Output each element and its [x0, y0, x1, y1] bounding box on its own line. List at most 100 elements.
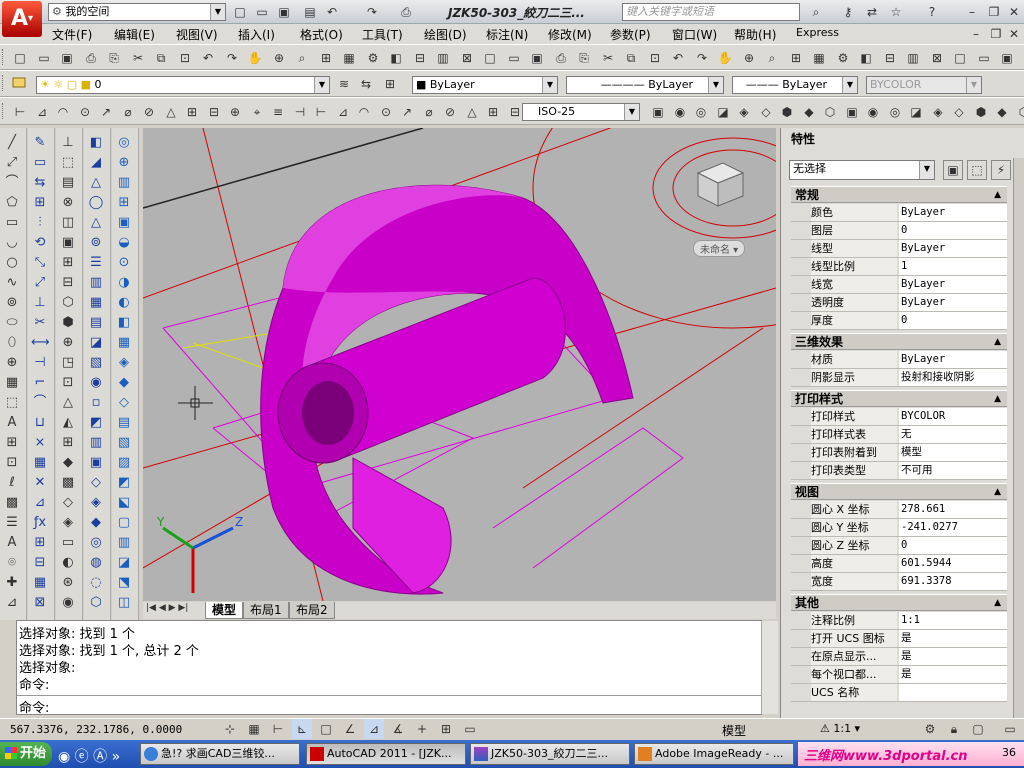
solid-tool-icon[interactable]: ◌: [87, 574, 105, 592]
property-row[interactable]: 宽度 691.3378: [791, 573, 1007, 591]
property-row[interactable]: 打印表类型 不可用: [791, 462, 1007, 480]
toolbar-icon[interactable]: ⊠: [457, 48, 477, 68]
modify-tool-icon[interactable]: ⊿: [31, 494, 49, 512]
draw-tool-icon[interactable]: ⊞: [3, 434, 21, 452]
solid-tool-icon[interactable]: ⊚: [87, 234, 105, 252]
linetype-dropdown[interactable]: ———— ByLayer ▼: [566, 76, 724, 94]
modify-tool-icon[interactable]: ▦: [31, 574, 49, 592]
modify-tool-icon[interactable]: ⌐: [31, 374, 49, 392]
dim-tool-icon[interactable]: ▩: [59, 474, 77, 492]
paste-icon[interactable]: ⊡: [645, 48, 665, 68]
save-icon[interactable]: ▣: [57, 48, 77, 68]
dimstyle-dropdown[interactable]: ISO-25 ▼: [522, 103, 640, 121]
calc-icon[interactable]: ▥: [433, 48, 453, 68]
zoom-icon[interactable]: ⊕: [739, 48, 759, 68]
undo-icon[interactable]: ↶: [198, 48, 218, 68]
property-value[interactable]: ByLayer: [899, 240, 1007, 257]
draw-tool-icon[interactable]: ⤢: [3, 154, 21, 172]
doc-minimize-icon[interactable]: –: [966, 24, 986, 44]
extrude-icon[interactable]: ◉: [670, 102, 690, 122]
property-value[interactable]: ByLayer: [899, 204, 1007, 221]
collapse-icon[interactable]: ▲: [994, 595, 1001, 612]
solid-tool-icon[interactable]: ◯: [87, 194, 105, 212]
menu-insert[interactable]: 插入(I): [238, 26, 275, 43]
dim-tool-icon[interactable]: ▭: [59, 534, 77, 552]
subtract-icon[interactable]: ◈: [734, 102, 754, 122]
draw-tool-icon[interactable]: ⬚: [3, 394, 21, 412]
modify-tool-icon[interactable]: ⊞: [31, 194, 49, 212]
exchange-icon[interactable]: ⇄: [862, 2, 882, 22]
property-row[interactable]: 打开 UCS 图标是: [791, 630, 1007, 648]
doc-restore-icon[interactable]: ❐: [986, 24, 1006, 44]
linear-dim-icon[interactable]: ⊢: [10, 102, 30, 122]
modify-tool-icon[interactable]: ⊠: [31, 594, 49, 612]
view-tool-icon[interactable]: ▨: [115, 454, 133, 472]
copy-icon[interactable]: ⧉: [621, 48, 641, 68]
draw-tool-icon[interactable]: ⌾: [3, 554, 21, 572]
solid-tool-icon[interactable]: ◩: [87, 414, 105, 432]
drawing-area[interactable]: Z Y 未命名 ▾: [143, 128, 776, 601]
modify-tool-icon[interactable]: ⊥: [31, 294, 49, 312]
dimtedit-icon[interactable]: ⊣: [290, 102, 310, 122]
modify-tool-icon[interactable]: ⨯: [31, 434, 49, 452]
layer-state-icon[interactable]: ⊞: [380, 74, 400, 94]
view-tool-icon[interactable]: ▥: [115, 534, 133, 552]
property-value[interactable]: 无: [899, 426, 1007, 443]
tool-palette-icon[interactable]: ⚙: [363, 48, 383, 68]
modify-tool-icon[interactable]: ƒx: [31, 514, 49, 532]
section-2[interactable]: 打印样式 ▲: [791, 390, 1007, 407]
solid-tool-icon[interactable]: ▫: [87, 394, 105, 412]
markup-icon[interactable]: ⊟: [410, 48, 430, 68]
property-value[interactable]: 是: [899, 630, 1007, 647]
model-space-button[interactable]: 模型: [722, 722, 746, 739]
property-value[interactable]: ByLayer: [899, 276, 1007, 293]
modify-tool-icon[interactable]: ⊔: [31, 414, 49, 432]
leader-icon[interactable]: ↗: [96, 102, 116, 122]
viewcube[interactable]: [696, 162, 745, 207]
star-icon[interactable]: ☆: [886, 2, 906, 22]
solid-tool-icon[interactable]: ▦: [87, 294, 105, 312]
workspace-gear-icon[interactable]: ⚙: [920, 719, 940, 739]
dim-tool-icon[interactable]: ◆: [59, 454, 77, 472]
minimize-icon[interactable]: –: [962, 2, 982, 22]
cut-icon[interactable]: ✂: [128, 48, 148, 68]
property-row[interactable]: 阴影显示 投射和接收阴影: [791, 369, 1007, 387]
tab-scroll-icon[interactable]: |◀ ◀ ▶ ▶|: [146, 603, 188, 613]
toolbar-grip[interactable]: [2, 49, 6, 65]
property-value[interactable]: 是: [899, 666, 1007, 683]
draw-tool-icon[interactable]: ▩: [3, 494, 21, 512]
menu-format[interactable]: 格式(O): [300, 26, 343, 43]
collapse-icon[interactable]: ▲: [994, 187, 1001, 204]
menu-parametric[interactable]: 参数(P): [610, 26, 651, 43]
draw-tool-icon[interactable]: ◡: [3, 234, 21, 252]
modify-tool-icon[interactable]: ⫶: [31, 214, 49, 232]
union-icon[interactable]: ◪: [906, 102, 926, 122]
redo-icon[interactable]: ↷: [362, 2, 382, 22]
draw-tool-icon[interactable]: ⊡: [3, 454, 21, 472]
draw-tool-icon[interactable]: ⊚: [3, 294, 21, 312]
key-icon[interactable]: ⚷: [838, 2, 858, 22]
solid-tool-icon[interactable]: ◍: [87, 554, 105, 572]
property-row[interactable]: 打印表附着到 模型: [791, 444, 1007, 462]
property-row[interactable]: 材质 ByLayer: [791, 351, 1007, 369]
plot-preview-icon[interactable]: ⎘: [574, 48, 594, 68]
section-4[interactable]: 其他 ▲: [791, 594, 1007, 611]
toolbar-icon[interactable]: ⊠: [927, 48, 947, 68]
restore-icon[interactable]: ❐: [984, 2, 1004, 22]
arc-dim-icon[interactable]: ◠: [53, 102, 73, 122]
view-tool-icon[interactable]: ◆: [115, 374, 133, 392]
new-icon[interactable]: □: [10, 48, 30, 68]
modify-tool-icon[interactable]: ✂: [31, 314, 49, 332]
selection-dropdown[interactable]: 无选择 ▼: [789, 160, 935, 180]
task-autocad[interactable]: AutoCAD 2011 - [JZK...: [306, 743, 466, 765]
quicklaunch-icons[interactable]: ◉ ⓔ Ⓐ »: [58, 746, 120, 766]
menu-tools[interactable]: 工具(T): [362, 26, 403, 43]
property-value[interactable]: 0: [899, 222, 1007, 239]
draw-tool-icon[interactable]: ⬭: [3, 314, 21, 332]
section-0[interactable]: 常规 ▲: [791, 186, 1007, 203]
box-icon[interactable]: ▣: [648, 102, 668, 122]
dim-tool-icon[interactable]: ▣: [59, 234, 77, 252]
view-tool-icon[interactable]: ▧: [115, 434, 133, 452]
viewcube-wcs-menu[interactable]: 未命名 ▾: [693, 240, 746, 257]
union-icon[interactable]: ◪: [713, 102, 733, 122]
